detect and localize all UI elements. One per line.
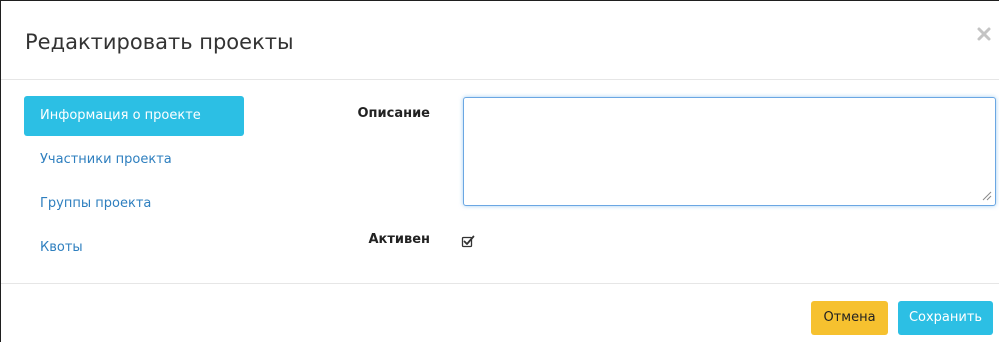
tab-quotas-label: Квоты (40, 240, 83, 255)
cancel-button[interactable]: Отмена (811, 301, 888, 335)
edit-project-modal: Редактировать проекты Информация о проек… (0, 0, 999, 342)
tab-project-groups[interactable]: Группы проекта (24, 184, 244, 224)
close-icon (977, 27, 991, 41)
tab-project-members-label: Участники проекта (40, 152, 172, 167)
modal-title: Редактировать проекты (25, 30, 294, 54)
active-label: Активен (368, 232, 430, 247)
tab-project-groups-label: Группы проекта (40, 196, 152, 211)
tab-project-info[interactable]: Информация о проекте (24, 96, 244, 136)
tab-project-info-label: Информация о проекте (40, 108, 201, 123)
tab-quotas[interactable]: Квоты (24, 228, 244, 268)
close-button[interactable] (975, 25, 993, 43)
save-button-label: Сохранить (908, 310, 983, 325)
modal-tab-nav: Информация о проекте Участники проекта Г… (24, 96, 244, 272)
cancel-button-label: Отмена (823, 310, 876, 325)
modal-footer: Отмена Сохранить (1, 283, 999, 342)
save-button[interactable]: Сохранить (898, 301, 993, 335)
description-field[interactable] (463, 97, 996, 206)
checkbox-checked-icon (461, 235, 475, 248)
page: Редактировать проекты Информация о проек… (0, 0, 999, 342)
description-label: Описание (357, 106, 430, 121)
active-checkbox[interactable] (461, 233, 475, 248)
tab-project-members[interactable]: Участники проекта (24, 140, 244, 180)
modal-header: Редактировать проекты (1, 1, 999, 80)
